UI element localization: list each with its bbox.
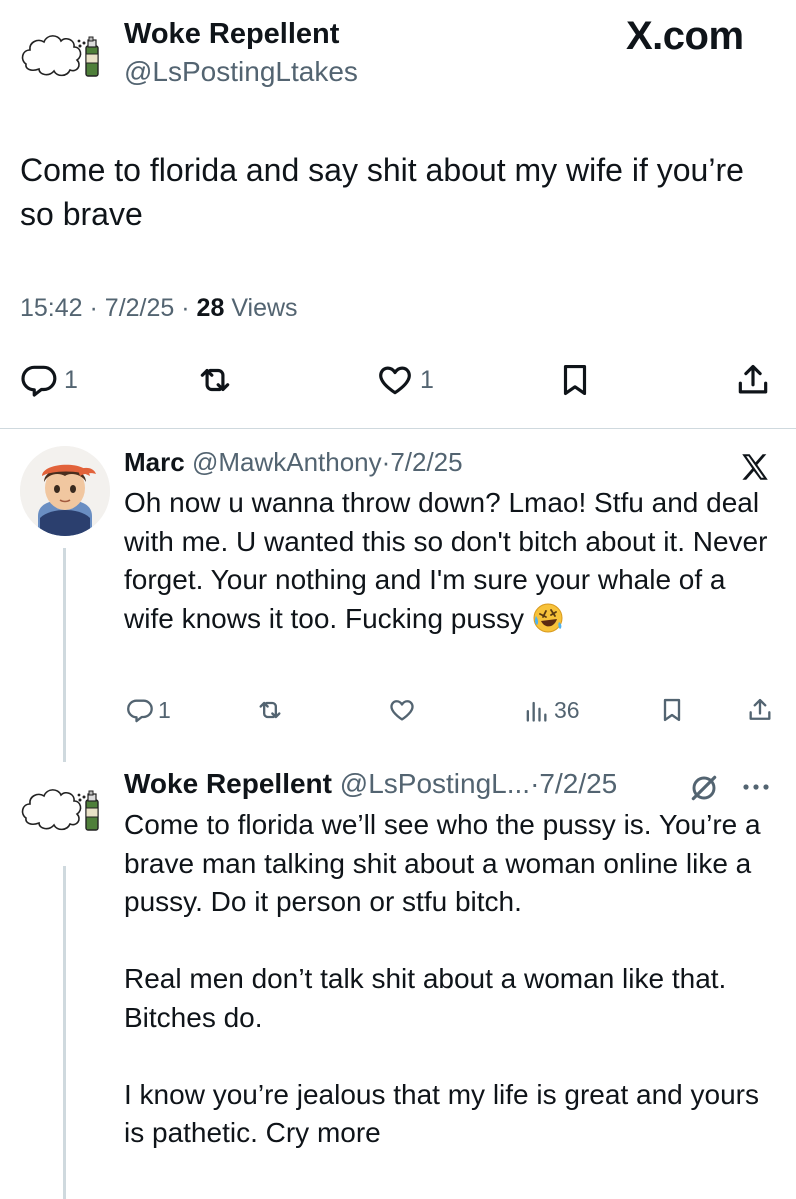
separator: · (89, 294, 98, 322)
reply-icon (127, 699, 153, 723)
thread-line (63, 866, 66, 1199)
reply-author-avatar[interactable] (20, 446, 110, 536)
repost-button[interactable] (196, 358, 234, 402)
reply-button[interactable]: 1 (126, 690, 171, 730)
reply-count: 1 (158, 696, 171, 723)
divider (0, 428, 796, 429)
author-avatar[interactable] (20, 16, 106, 98)
reply-author-handle[interactable]: @LsPostingL... (340, 768, 530, 799)
bookmark-button[interactable] (658, 690, 686, 730)
reply-button[interactable]: 1 (20, 358, 78, 402)
views-label: Views (231, 294, 298, 322)
share-icon (738, 364, 768, 394)
reply-author-name[interactable]: Marc (124, 447, 185, 477)
grok-icon[interactable] (688, 772, 720, 804)
share-button[interactable] (746, 690, 774, 730)
views-icon (526, 701, 547, 722)
reply-header: Woke Repellent @LsPostingL...·7/2/25 (124, 768, 617, 800)
rolling-laughing-emoji-icon (533, 603, 563, 632)
reply-author-handle[interactable]: @MawkAnthony (192, 447, 382, 477)
spray-can-cloud-icon (21, 789, 99, 831)
reply-paragraph: Come to florida we’ll see who the pussy … (124, 809, 761, 917)
reply-paragraph: I know you’re jealous that my life is gr… (124, 1078, 759, 1149)
reply-header: Marc @MawkAnthony·7/2/25 (124, 447, 463, 478)
character-avatar-icon (20, 446, 110, 536)
reply-text: Oh now u wanna throw down? Lmao! Stfu an… (124, 484, 774, 638)
author-handle[interactable]: @LsPostingLtakes (124, 56, 358, 88)
separator: · (381, 447, 391, 477)
repost-button[interactable] (256, 690, 284, 730)
author-name[interactable]: Woke Repellent (124, 18, 339, 51)
like-icon (379, 366, 411, 395)
reply-author-name[interactable]: Woke Repellent (124, 768, 332, 799)
tweet-meta: 15:42 · 7/2/25 · 28 Views (20, 294, 298, 323)
reply-count: 1 (64, 365, 78, 394)
reply-date[interactable]: 7/2/25 (390, 447, 462, 477)
reply-text: Come to florida we’ll see who the pussy … (124, 806, 774, 1153)
more-icon[interactable] (738, 777, 774, 797)
repost-icon (259, 701, 281, 719)
x-logo-icon (742, 454, 768, 480)
bookmark-button[interactable] (556, 358, 594, 402)
reply-date[interactable]: 7/2/25 (539, 768, 617, 799)
reply-text-body: Oh now u wanna throw down? Lmao! Stfu an… (124, 487, 768, 634)
like-icon (390, 700, 414, 721)
share-button[interactable] (734, 358, 772, 402)
reply-action-bar: 1 36 (0, 690, 796, 730)
separator: · (530, 768, 540, 799)
reply-paragraph: Real men don’t talk shit about a woman l… (124, 963, 727, 1033)
like-count: 1 (420, 365, 434, 394)
tweet-time[interactable]: 15:42 (20, 294, 83, 322)
reply-icon (21, 365, 57, 397)
like-button[interactable]: 1 (376, 358, 434, 402)
views-count: 28 (196, 294, 225, 322)
share-icon (749, 698, 771, 720)
bookmark-icon (563, 364, 587, 396)
like-button[interactable] (388, 690, 416, 730)
tweet-action-bar: 1 1 (0, 358, 796, 402)
spray-can-cloud-icon (21, 35, 99, 77)
views-button[interactable]: 36 (522, 690, 580, 730)
tweet-text: Come to florida and say shit about my wi… (20, 152, 744, 232)
bookmark-icon (663, 698, 681, 722)
views-count: 36 (554, 696, 580, 723)
separator: · (181, 294, 190, 322)
brand-label: X.com (626, 14, 744, 58)
repost-icon (200, 368, 230, 392)
tweet-date[interactable]: 7/2/25 (105, 294, 175, 322)
reply-author-avatar[interactable] (20, 770, 106, 852)
